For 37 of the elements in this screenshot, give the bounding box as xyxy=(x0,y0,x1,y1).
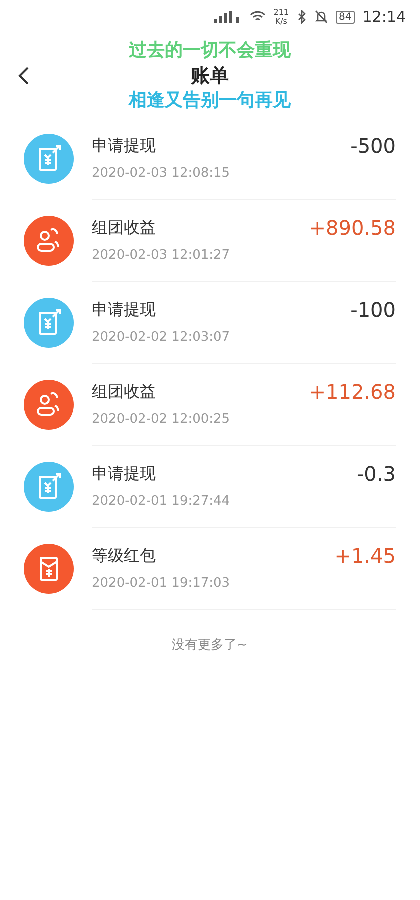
speed-unit: K/s xyxy=(275,17,288,26)
network-speed: 211 xyxy=(274,8,290,17)
bluetooth-icon xyxy=(297,10,308,24)
record-amount: -500 xyxy=(350,134,396,158)
people-icon xyxy=(24,216,74,266)
lyric-line: 过去的一切不会重现 xyxy=(129,40,291,62)
record-amount: -100 xyxy=(350,298,396,322)
lyric-line: 相逢又告别一句再见 xyxy=(129,90,291,112)
record-amount: -0.3 xyxy=(356,462,396,486)
record-time: 2020-02-03 12:08:15 xyxy=(92,166,230,181)
record-time: 2020-02-02 12:00:25 xyxy=(92,412,230,427)
people-icon xyxy=(24,380,74,430)
wifi-icon xyxy=(250,11,266,23)
record-title: 申请提现 xyxy=(92,464,157,485)
record-amount: +890.58 xyxy=(309,216,396,240)
withdraw-icon xyxy=(24,298,74,348)
clock: 12:14 xyxy=(362,8,406,26)
mute-icon xyxy=(315,10,328,24)
back-icon xyxy=(18,66,30,86)
record-time: 2020-02-02 12:03:07 xyxy=(92,330,230,345)
record-time: 2020-02-03 12:01:27 xyxy=(92,248,230,263)
record-time: 2020-02-01 19:17:03 xyxy=(92,576,230,591)
record-title: 组团收益 xyxy=(92,218,157,239)
no-more-text: 没有更多了~ xyxy=(172,637,248,654)
signal-icon xyxy=(214,11,242,23)
record-title: 等级红包 xyxy=(92,546,157,567)
withdraw-icon xyxy=(24,462,74,512)
record-title: 申请提现 xyxy=(92,136,157,157)
record-title: 申请提现 xyxy=(92,300,157,321)
record-amount: +1.45 xyxy=(334,544,396,568)
battery-level: 84 xyxy=(336,10,355,24)
withdraw-icon xyxy=(24,134,74,184)
page-title: 账单 xyxy=(191,64,229,89)
record-time: 2020-02-01 19:27:44 xyxy=(92,494,230,509)
record-title: 组团收益 xyxy=(92,382,157,403)
envelope-icon xyxy=(24,544,74,594)
record-amount: +112.68 xyxy=(309,380,396,404)
